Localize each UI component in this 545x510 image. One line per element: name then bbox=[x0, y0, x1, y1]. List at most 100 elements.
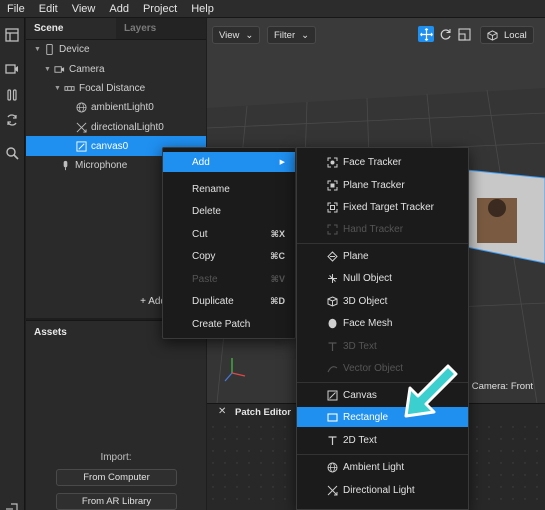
search-icon[interactable] bbox=[3, 144, 21, 162]
face-icon bbox=[326, 317, 338, 329]
ctx-cut[interactable]: Cut ⌘X bbox=[163, 224, 295, 244]
vector-icon bbox=[326, 362, 338, 374]
view-dropdown[interactable]: View ⌄ bbox=[212, 26, 261, 44]
filter-dropdown[interactable]: Filter ⌄ bbox=[267, 26, 317, 44]
close-icon[interactable]: ✕ bbox=[218, 406, 226, 417]
left-toolbar bbox=[0, 18, 25, 510]
phone-icon bbox=[42, 43, 56, 55]
shortcut-label: ⌘X bbox=[270, 228, 285, 239]
ctx-rename-label: Rename bbox=[192, 183, 230, 195]
menu-file[interactable]: File bbox=[0, 3, 32, 15]
chevron-down-icon: ⌄ bbox=[301, 29, 310, 41]
assets-panel: Assets Import: From Computer From AR Lib… bbox=[26, 320, 206, 510]
move-tool-icon[interactable] bbox=[418, 26, 434, 42]
tab-layers[interactable]: Layers bbox=[116, 18, 206, 39]
chevron-down-icon: ⌄ bbox=[245, 29, 254, 41]
tree-item-label: Device bbox=[59, 43, 90, 55]
tree-item-camera[interactable]: ▼ Camera bbox=[26, 59, 206, 79]
ctx-duplicate-label: Duplicate bbox=[192, 295, 234, 307]
video-icon[interactable] bbox=[3, 60, 21, 78]
globe-icon bbox=[74, 101, 88, 113]
sub-label: Face Mesh bbox=[343, 317, 393, 329]
cube-icon bbox=[326, 295, 338, 307]
pause-icon[interactable] bbox=[3, 86, 21, 104]
tree-item-label: Microphone bbox=[75, 159, 128, 171]
sub-label: Plane Tracker bbox=[343, 179, 405, 191]
menu-help[interactable]: Help bbox=[184, 3, 221, 15]
context-menu: Add ▶ Rename Delete Cut ⌘X Copy ⌘C Paste… bbox=[162, 147, 296, 339]
tracker-icon bbox=[326, 179, 338, 191]
ctx-create-patch-label: Create Patch bbox=[192, 318, 251, 330]
expand-arrow-icon[interactable]: ▼ bbox=[34, 46, 42, 53]
sub-ambient-light[interactable]: Ambient Light bbox=[297, 457, 468, 477]
ctx-paste: Paste ⌘V bbox=[163, 269, 295, 289]
sub-plane[interactable]: Plane bbox=[297, 246, 468, 266]
ctx-paste-label: Paste bbox=[192, 273, 218, 285]
sub-plane-tracker[interactable]: Plane Tracker bbox=[297, 175, 468, 195]
expand-arrow-icon[interactable]: ▼ bbox=[44, 66, 52, 73]
sub-label: Vector Object bbox=[343, 362, 404, 374]
sub-directional-light[interactable]: Directional Light bbox=[297, 480, 468, 500]
null-icon bbox=[326, 272, 338, 284]
local-toggle[interactable]: Local bbox=[480, 26, 534, 44]
tree-item-label: directionalLight0 bbox=[91, 121, 164, 133]
menu-view[interactable]: View bbox=[65, 3, 103, 15]
text-icon bbox=[326, 340, 338, 352]
sub-face-mesh[interactable]: Face Mesh bbox=[297, 313, 468, 333]
sub-3d-text: 3D Text bbox=[297, 336, 468, 356]
tree-item-directionallight[interactable]: directionalLight0 bbox=[26, 117, 206, 137]
tree-item-label: ambientLight0 bbox=[91, 101, 154, 113]
shortcut-label: ⌘C bbox=[270, 250, 285, 261]
sub-label: Plane bbox=[343, 250, 369, 262]
ctx-duplicate[interactable]: Duplicate ⌘D bbox=[163, 291, 295, 311]
from-ar-library-button[interactable]: From AR Library bbox=[56, 493, 177, 510]
menu-divider bbox=[297, 454, 468, 455]
menu-project[interactable]: Project bbox=[136, 3, 184, 15]
expand-arrow-icon[interactable]: ▼ bbox=[54, 85, 62, 92]
menu-edit[interactable]: Edit bbox=[32, 3, 65, 15]
exit-icon[interactable] bbox=[3, 500, 21, 510]
ctx-create-patch[interactable]: Create Patch bbox=[163, 314, 295, 334]
tree-item-focal-distance[interactable]: ▼ Focal Distance bbox=[26, 78, 206, 98]
sub-label: Null Object bbox=[343, 272, 392, 284]
ctx-rename[interactable]: Rename bbox=[163, 179, 295, 199]
ctx-add[interactable]: Add ▶ bbox=[163, 152, 295, 172]
sync-icon[interactable] bbox=[3, 111, 21, 129]
scale-tool-icon[interactable] bbox=[456, 26, 472, 42]
tracker-icon bbox=[326, 201, 338, 213]
sub-fixed-target-tracker[interactable]: Fixed Target Tracker bbox=[297, 197, 468, 217]
pointer-arrow-icon bbox=[404, 364, 458, 418]
view-label: View bbox=[219, 29, 240, 41]
rotate-tool-icon[interactable] bbox=[437, 26, 453, 42]
tree-item-label: Focal Distance bbox=[79, 82, 146, 94]
sub-label: Face Tracker bbox=[343, 156, 402, 168]
sub-2d-text[interactable]: 2D Text bbox=[297, 430, 468, 450]
ctx-copy-label: Copy bbox=[192, 250, 216, 262]
ctx-copy[interactable]: Copy ⌘C bbox=[163, 246, 295, 266]
menu-add[interactable]: Add bbox=[102, 3, 136, 15]
from-computer-button[interactable]: From Computer bbox=[56, 469, 177, 486]
sub-face-tracker[interactable]: Face Tracker bbox=[297, 152, 468, 172]
arrows-icon bbox=[326, 484, 338, 496]
rectangle-icon bbox=[326, 411, 338, 423]
layout-icon[interactable] bbox=[3, 26, 21, 44]
menu-divider bbox=[297, 243, 468, 244]
sub-null-object[interactable]: Null Object bbox=[297, 268, 468, 288]
focal-icon bbox=[62, 82, 76, 94]
sub-3d-object[interactable]: 3D Object bbox=[297, 291, 468, 311]
canvas-icon bbox=[74, 140, 88, 152]
tree-item-ambientlight[interactable]: ambientLight0 bbox=[26, 97, 206, 117]
filter-label: Filter bbox=[274, 29, 296, 41]
scene-tabs: Scene Layers bbox=[26, 18, 206, 40]
tree-item-device[interactable]: ▼ Device bbox=[26, 39, 206, 59]
sub-label: 2D Text bbox=[343, 434, 377, 446]
tracker-icon bbox=[326, 223, 338, 235]
tab-scene[interactable]: Scene bbox=[26, 18, 116, 39]
shortcut-label: ⌘D bbox=[270, 295, 285, 306]
canvas-icon bbox=[326, 389, 338, 401]
ctx-delete-label: Delete bbox=[192, 205, 221, 217]
sub-label: Canvas bbox=[343, 389, 377, 401]
ctx-delete[interactable]: Delete bbox=[163, 201, 295, 221]
menu-bar: File Edit View Add Project Help bbox=[0, 0, 545, 18]
sub-label: 3D Object bbox=[343, 295, 388, 307]
